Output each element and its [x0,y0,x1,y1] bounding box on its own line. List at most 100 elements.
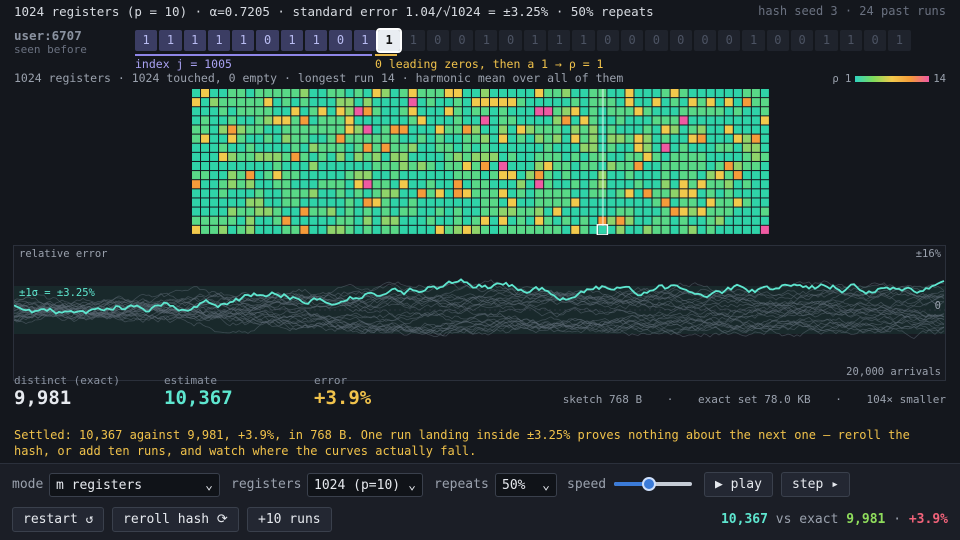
register-cell [670,152,679,161]
register-cell [381,180,390,189]
register-cell [300,216,309,225]
register-cell [580,225,589,234]
register-cell [273,207,282,216]
register-cell [426,189,435,198]
distinct-value: 9,981 [14,387,72,409]
register-cell [670,171,679,180]
register-cell [480,107,489,116]
register-cell [526,107,535,116]
register-cell [489,216,499,225]
register-cell [327,98,336,107]
reroll-hash-button[interactable]: reroll hash ⟳ [112,507,239,532]
register-cell [580,107,589,116]
register-cell [318,143,327,152]
register-cell [246,125,255,134]
legend-gradient [855,76,930,82]
register-cell [553,116,562,125]
register-cell [327,89,336,98]
register-cell [616,152,625,161]
register-cell [381,134,390,143]
register-cell [390,207,399,216]
register-cell [462,116,471,125]
register-cell [435,189,444,198]
register-cell [535,134,544,143]
register-cell [228,189,237,198]
register-cell [390,216,399,225]
register-cell [697,225,706,234]
register-cell [652,189,661,198]
register-cell [291,189,300,198]
register-cell [715,116,724,125]
remaining-bit: 0 [863,30,887,51]
step-button[interactable]: step ▸ [781,472,850,497]
register-cell [408,98,417,107]
register-cell [273,143,282,152]
register-cell [643,180,652,189]
register-cell [517,207,526,216]
remaining-bit: 1 [548,30,571,51]
register-grid-svg [192,89,769,236]
register-cell [462,98,471,107]
register-cell [706,171,715,180]
play-button[interactable]: ▶ play [704,472,773,497]
repeats-select[interactable]: 50% ⌄ [495,473,557,497]
remaining-bit: 0 [426,30,449,51]
register-cell [526,225,535,234]
register-cell [643,216,652,225]
register-cell [562,125,571,134]
register-cell [345,225,354,234]
register-cell [309,189,318,198]
register-cell [309,107,318,116]
register-cell [544,98,553,107]
register-cell [679,143,688,152]
registers-select[interactable]: 1024 (p=10) ⌄ [307,473,423,497]
register-cell [760,116,769,125]
sketch-size: sketch 768 B [562,393,643,406]
register-cell [580,189,589,198]
register-cell [679,161,688,171]
register-cell [544,180,553,189]
register-cell [571,98,580,107]
register-cell [724,125,733,134]
register-cell [580,116,589,125]
register-cell [408,161,417,171]
slider-thumb[interactable] [642,477,657,491]
register-cell [724,198,733,207]
register-cell [706,116,715,125]
register-cell [679,134,688,143]
register-cell [697,189,706,198]
register-cell [489,116,499,125]
register-cell [246,198,255,207]
register-cell [616,180,625,189]
register-cell [273,125,282,134]
mode-label: mode [12,477,44,492]
register-cell [318,180,327,189]
register-cell [399,134,408,143]
mode-select[interactable]: m registers ⌄ [49,473,220,497]
register-cell [363,152,372,161]
register-cell [201,180,210,189]
register-cell [273,107,282,116]
register-cell [417,116,426,125]
register-cell [535,143,544,152]
register-cell [733,98,742,107]
register-cell [697,116,706,125]
restart-button[interactable]: restart ↺ [12,507,105,532]
register-cell [706,98,715,107]
register-cell [408,207,417,216]
register-cell [544,207,553,216]
register-cell [291,198,300,207]
register-cell [625,134,634,143]
speed-slider[interactable] [614,477,692,491]
register-cell [553,98,562,107]
register-cell [742,152,751,161]
register-cell [634,134,643,143]
register-cell [688,107,697,116]
register-cell [526,189,535,198]
register-cell [237,171,246,180]
register-cell [444,134,453,143]
register-cell [426,125,435,134]
register-cell [291,216,300,225]
register-cell [390,198,399,207]
add-runs-button[interactable]: +10 runs [247,507,332,532]
